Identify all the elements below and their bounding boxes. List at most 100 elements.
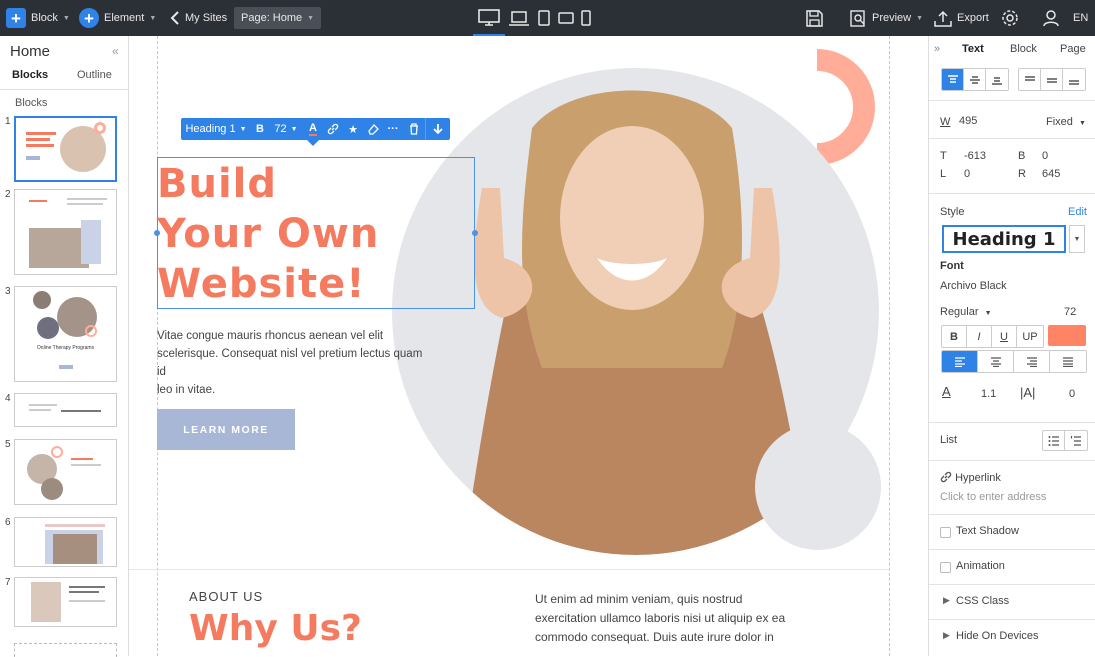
edit-style-link[interactable]: Edit [1068,206,1087,218]
top-value[interactable]: -613 [964,150,986,162]
align-middle-button[interactable] [964,69,986,90]
align-center-button[interactable] [978,351,1014,372]
align-top-button[interactable] [942,69,964,90]
save-button[interactable] [806,0,823,36]
tab-outline[interactable]: Outline [77,69,112,81]
letter-spacing-value[interactable]: 0 [1069,388,1075,400]
tablet-view-button[interactable] [534,0,554,36]
hyperlink-label: Hyperlink [955,472,1001,484]
export-button[interactable]: Export [934,0,989,36]
line-height-value[interactable]: 1.1 [981,388,996,400]
italic-toggle[interactable]: I [967,326,992,347]
block-thumbnail-5[interactable]: 5 [0,439,128,505]
left-value[interactable]: 0 [964,168,970,180]
hyperlink-row[interactable]: Hyperlink [940,471,1001,484]
tab-page[interactable]: Page [1060,43,1086,55]
settings-button[interactable] [1001,0,1019,36]
underline-toggle[interactable]: U [992,326,1017,347]
position-top-button[interactable] [1019,69,1041,90]
font-family-select[interactable]: Archivo Black [940,280,1007,292]
bold-button[interactable]: B [251,118,269,140]
chevron-right-icon[interactable]: ▶ [943,630,950,641]
style-select[interactable]: Heading 1 [942,225,1066,253]
learn-more-button[interactable]: LEARN MORE [157,409,295,450]
style-dropdown-toggle[interactable]: ▼ [1069,225,1085,253]
tab-block[interactable]: Block [1010,43,1037,55]
numbered-list-button[interactable] [1065,431,1087,450]
page-selector[interactable]: Page: Home ▼ [234,0,322,36]
right-value[interactable]: 645 [1042,168,1060,180]
bullet-list-button[interactable] [1043,431,1065,450]
numbered-list-icon [1070,435,1081,446]
style-dropdown[interactable]: Heading 1 ▼ [181,118,251,140]
thumbnail-number: 1 [5,116,11,127]
block-thumbnail-2[interactable]: 2 [0,189,128,275]
mobile-view-button[interactable] [578,0,594,36]
add-element-button[interactable]: + Element ▼ [79,0,156,36]
top-toolbar: + Block ▼ + Element ▼ My Sites Page: Hom… [0,0,1095,36]
about-title[interactable]: Why Us? [189,608,362,649]
bottom-value[interactable]: 0 [1042,150,1048,162]
star-button[interactable]: ★ [343,118,363,140]
hyperlink-input[interactable]: Click to enter address [940,491,1046,503]
text-shadow-checkbox[interactable] [940,527,951,538]
divider [929,422,1095,423]
language-button[interactable]: EN [1073,0,1088,36]
clear-format-button[interactable] [363,118,383,140]
right-panel: » Text Block Page W 495 Fixed ▼ T -613 B… [928,36,1095,656]
tab-text[interactable]: Text [962,43,984,55]
about-paragraph[interactable]: Ut enim ad minim veniam, quis nostrud ex… [535,590,805,647]
tablet-icon [538,10,550,26]
mobile-icon [581,10,591,26]
uppercase-toggle[interactable]: UP [1017,326,1043,347]
resize-handle-left[interactable] [154,230,160,236]
align-left-button[interactable] [942,351,978,372]
justify-button[interactable] [1050,351,1086,372]
block-thumbnail-3[interactable]: 3 Online Therapy Programs [0,286,128,382]
delete-button[interactable] [403,118,425,140]
preview-button[interactable]: Preview ▼ [850,0,923,36]
block-thumbnail-7[interactable]: 7 [0,577,128,627]
resize-handle-right[interactable] [472,230,478,236]
font-size-value[interactable]: 72 [1064,306,1076,318]
about-kicker[interactable]: ABOUT US [189,589,263,604]
text-color-button[interactable]: A [303,118,323,140]
position-middle-button[interactable] [1041,69,1063,90]
bold-toggle[interactable]: B [942,326,967,347]
tab-blocks[interactable]: Blocks [12,69,48,81]
font-size-dropdown[interactable]: 72 ▼ [269,118,303,140]
desktop-view-button[interactable] [473,0,505,36]
block-thumbnail-6[interactable]: 6 [0,517,128,567]
add-block-dropzone[interactable] [14,643,117,657]
my-sites-link[interactable]: My Sites [170,0,227,36]
collapse-icon[interactable]: « [112,44,119,58]
hero-paragraph[interactable]: Vitae congue mauris rhoncus aenean vel e… [157,327,427,399]
align-bottom-button[interactable] [986,69,1008,90]
text-color-swatch[interactable] [1048,325,1086,346]
width-value[interactable]: 495 [959,115,977,127]
block-thumbnail-4[interactable]: 4 [0,393,128,427]
animation-checkbox[interactable] [940,562,951,573]
align-right-button[interactable] [1014,351,1050,372]
gear-icon [1002,10,1018,26]
tablet-landscape-view-button[interactable] [555,0,577,36]
hide-on-devices-section[interactable]: Hide On Devices [956,630,1039,642]
width-mode-label: Fixed [1046,116,1073,128]
move-down-button[interactable] [425,118,449,140]
more-button[interactable]: ··· [383,118,403,140]
font-weight-dropdown[interactable]: Regular ▼ [940,306,992,318]
add-block-button[interactable]: + Block ▼ [6,0,70,36]
chevron-right-icon[interactable]: ▶ [943,595,950,606]
thumbnail-preview [14,189,117,275]
link-button[interactable] [323,118,343,140]
css-class-section[interactable]: CSS Class [956,595,1009,607]
width-mode-dropdown[interactable]: Fixed ▼ [1046,116,1086,128]
save-icon [806,9,823,27]
thumbnail-number: 2 [5,189,11,200]
list-label: List [940,434,958,446]
laptop-view-button[interactable] [506,0,532,36]
expand-icon[interactable]: » [934,43,940,55]
position-bottom-button[interactable] [1063,69,1085,90]
account-button[interactable] [1043,0,1059,36]
block-thumbnail-1[interactable]: 1 [0,116,128,182]
